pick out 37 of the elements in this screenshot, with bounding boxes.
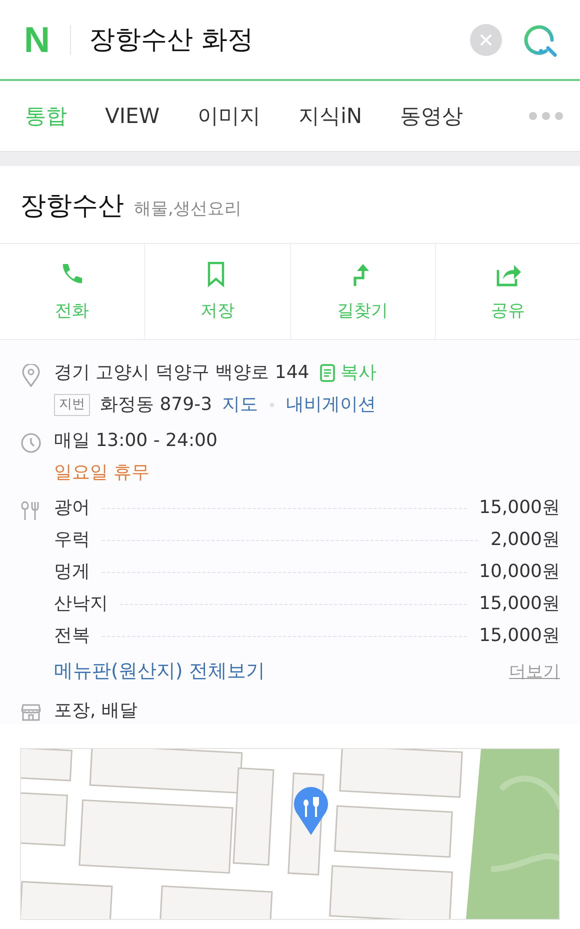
menu-item-price: 15,000원 — [479, 592, 560, 616]
store-icon — [20, 702, 42, 722]
menu-item-name: 우럭 — [54, 528, 90, 552]
cutlery-icon — [20, 500, 42, 522]
place-category: 해물,생선요리 — [134, 198, 242, 220]
lot-number-tag: 지번 — [54, 394, 90, 416]
search-icon[interactable] — [524, 22, 558, 56]
menu-item-name: 전복 — [54, 624, 90, 648]
menu-item-price: 15,000원 — [479, 624, 560, 648]
road-address: 경기 고양시 덕양구 백양로 144 — [54, 361, 310, 385]
search-field[interactable]: 장항수산 화정 — [89, 24, 470, 54]
search-tab[interactable]: VIEW — [105, 104, 160, 128]
navigation-link[interactable]: 내비게이션 — [286, 392, 376, 418]
document-icon — [319, 363, 338, 383]
menu-item-name: 멍게 — [54, 560, 90, 584]
clock-icon — [20, 432, 42, 454]
full-menu-link[interactable]: 메뉴판(원산지) 전체보기 — [54, 658, 265, 684]
lot-address: 화정동 879-3 — [100, 393, 212, 417]
service-options: 포장, 배달 — [54, 698, 138, 724]
search-tab[interactable]: 동영상 — [400, 102, 464, 130]
opening-hours: 매일 13:00 - 24:00 — [54, 429, 218, 453]
map-link[interactable]: 지도 — [222, 392, 258, 418]
menu-item-price: 15,000원 — [479, 496, 560, 520]
menu-item-name: 광어 — [54, 496, 90, 520]
closed-day: 일요일 휴무 — [54, 460, 150, 486]
close-icon — [479, 32, 493, 46]
search-tab[interactable]: 지식iN — [298, 102, 362, 130]
menu-item-price: 2,000원 — [490, 528, 560, 552]
menu-item-price: 10,000원 — [479, 560, 560, 584]
location-pin-icon — [20, 364, 42, 388]
more-link[interactable]: 더보기 — [509, 660, 560, 682]
more-icon[interactable] — [528, 111, 564, 121]
place-name: 장항수산 — [20, 190, 124, 223]
menu-item-name: 산낙지 — [54, 592, 108, 616]
restaurant-pin-icon — [293, 787, 329, 837]
search-tab[interactable]: 이미지 — [198, 102, 261, 130]
clear-button[interactable] — [470, 24, 502, 56]
